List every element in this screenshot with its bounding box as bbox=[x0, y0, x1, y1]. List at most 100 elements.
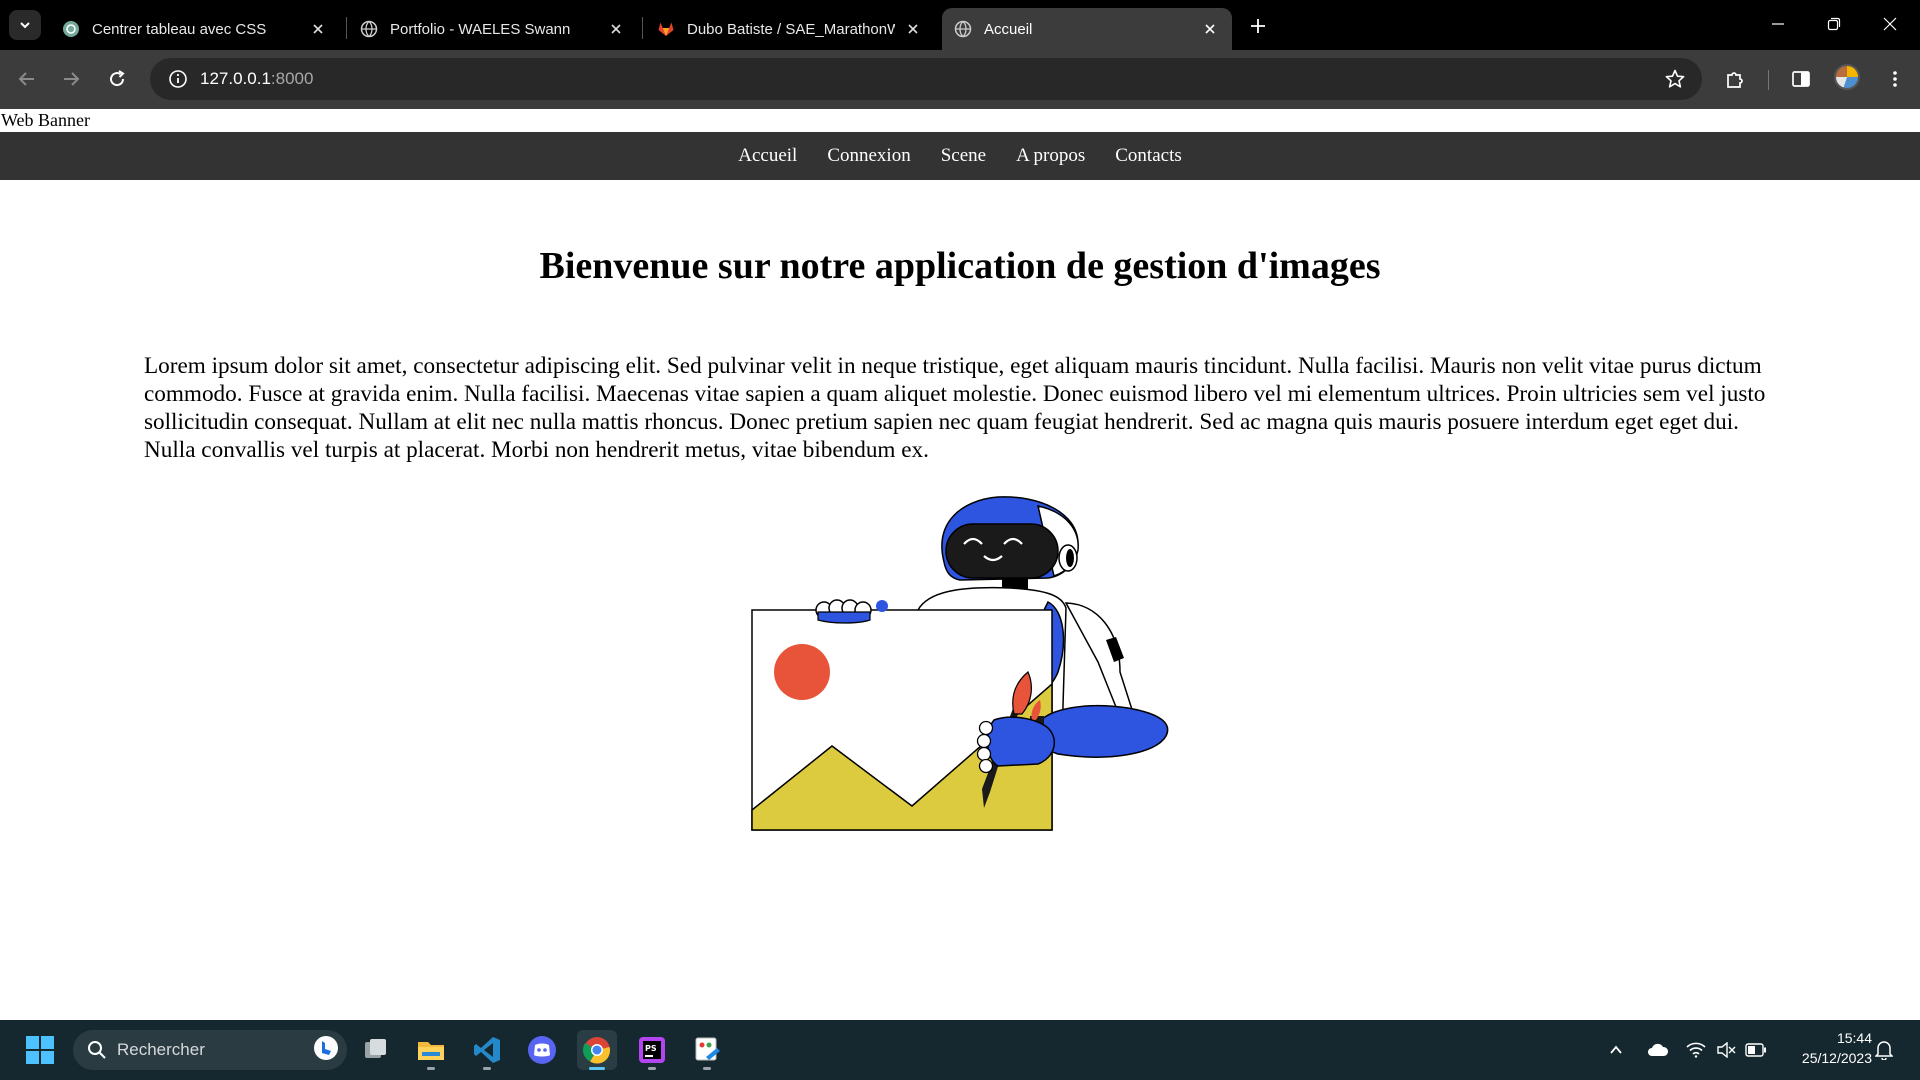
side-panel-button[interactable] bbox=[1786, 64, 1816, 94]
tab-separator bbox=[346, 17, 347, 39]
tab-separator bbox=[642, 17, 643, 39]
taskbar-app-discord[interactable] bbox=[522, 1030, 562, 1070]
clock-time: 15:44 bbox=[1836, 1030, 1872, 1046]
svg-text:PS: PS bbox=[645, 1044, 657, 1053]
onedrive-tray[interactable] bbox=[1646, 1038, 1670, 1062]
new-tab-button[interactable] bbox=[1244, 12, 1272, 40]
arrow-right-icon bbox=[64, 72, 80, 86]
close-icon[interactable] bbox=[1200, 19, 1220, 39]
close-icon bbox=[1883, 17, 1897, 31]
chatgpt-icon bbox=[62, 20, 80, 38]
volume-muted-icon bbox=[1717, 1042, 1736, 1058]
running-indicator bbox=[703, 1067, 711, 1070]
close-icon[interactable] bbox=[308, 19, 328, 39]
web-banner: Web Banner bbox=[1, 110, 91, 130]
taskbar-app-chrome[interactable] bbox=[577, 1030, 617, 1070]
reload-icon bbox=[110, 70, 125, 87]
clock-date: 25/12/2023 bbox=[1801, 1050, 1872, 1066]
close-icon[interactable] bbox=[903, 19, 923, 39]
restore-button[interactable] bbox=[1806, 8, 1862, 40]
web-page: Web Banner Accueil Connexion Scene A pro… bbox=[0, 109, 1920, 1020]
running-indicator bbox=[483, 1067, 491, 1070]
forward-button[interactable] bbox=[56, 64, 86, 94]
tab-1[interactable]: Centrer tableau avec CSS bbox=[50, 8, 340, 50]
show-hidden-icons-button[interactable] bbox=[1604, 1038, 1628, 1062]
network-tray[interactable] bbox=[1684, 1038, 1708, 1062]
file-explorer-icon bbox=[418, 1042, 444, 1060]
tab-search-button[interactable] bbox=[9, 10, 41, 40]
close-icon[interactable] bbox=[606, 19, 626, 39]
battery-tray[interactable] bbox=[1744, 1038, 1768, 1062]
close-window-button[interactable] bbox=[1862, 8, 1918, 40]
gitlab-icon bbox=[657, 20, 675, 38]
task-view-button[interactable] bbox=[356, 1030, 396, 1070]
taskbar-app-paint[interactable] bbox=[687, 1030, 727, 1070]
chevron-down-icon bbox=[20, 22, 30, 29]
volume-tray[interactable] bbox=[1714, 1038, 1738, 1062]
vscode-icon bbox=[474, 1037, 500, 1063]
battery-icon bbox=[1745, 1043, 1766, 1057]
extensions-button[interactable] bbox=[1720, 64, 1750, 94]
menu-button[interactable] bbox=[1880, 64, 1910, 94]
start-button[interactable] bbox=[20, 1030, 60, 1070]
intro-paragraph: Lorem ipsum dolor sit amet, consectetur … bbox=[144, 353, 1766, 463]
taskbar-app-file-explorer[interactable] bbox=[411, 1030, 451, 1070]
phpstorm-icon: PS bbox=[639, 1037, 665, 1063]
tab-active[interactable]: Accueil bbox=[942, 8, 1232, 50]
site-info-icon[interactable] bbox=[156, 58, 200, 100]
toolbar-divider bbox=[1768, 70, 1769, 90]
url-host: 127.0.0.1 bbox=[200, 69, 271, 88]
chrome-icon bbox=[582, 1037, 610, 1064]
robot-painter-illustration bbox=[751, 496, 1169, 831]
bing-icon[interactable] bbox=[313, 1035, 339, 1066]
more-vert-icon bbox=[1893, 71, 1897, 87]
minimize-button[interactable] bbox=[1750, 8, 1806, 40]
robot-head bbox=[941, 496, 1079, 590]
nav-bar: Accueil Connexion Scene A propos Contact… bbox=[0, 132, 1920, 180]
discord-icon bbox=[528, 1036, 556, 1064]
page-title: Bienvenue sur notre application de gesti… bbox=[539, 245, 1381, 287]
tab-title: Dubo Batiste / SAE_MarathonW bbox=[687, 20, 895, 38]
tab-strip: Centrer tableau avec CSS Portfolio - WAE… bbox=[0, 0, 1920, 50]
tab-title: Portfolio - WAELES Swann bbox=[390, 20, 571, 38]
notifications-button[interactable] bbox=[1872, 1038, 1896, 1062]
nav-link-accueil[interactable]: Accueil bbox=[738, 145, 797, 167]
puzzle-icon bbox=[1727, 72, 1743, 88]
running-indicator bbox=[648, 1067, 656, 1070]
running-indicator bbox=[589, 1067, 605, 1070]
address-bar[interactable]: 127.0.0.1:8000 bbox=[150, 58, 1702, 100]
running-indicator bbox=[427, 1067, 435, 1070]
search-icon bbox=[88, 1041, 106, 1059]
plus-icon bbox=[1251, 19, 1265, 33]
url-port: :8000 bbox=[270, 69, 314, 88]
globe-icon bbox=[954, 20, 972, 38]
browser-toolbar: 127.0.0.1:8000 bbox=[0, 50, 1920, 109]
tab-title: Centrer tableau avec CSS bbox=[92, 20, 267, 38]
reload-button[interactable] bbox=[102, 64, 132, 94]
minimize-icon bbox=[1772, 23, 1784, 25]
tab-title: Accueil bbox=[984, 20, 1033, 38]
windows-taskbar: Rechercher PS 15:44 25/12/2023 bbox=[0, 1020, 1920, 1080]
profile-avatar[interactable] bbox=[1834, 64, 1860, 90]
system-clock[interactable]: 15:44 25/12/2023 bbox=[1776, 1028, 1872, 1068]
taskbar-app-phpstorm[interactable]: PS bbox=[632, 1030, 672, 1070]
bell-icon bbox=[1875, 1041, 1893, 1060]
side-panel-icon bbox=[1792, 71, 1810, 87]
tab-3[interactable]: Dubo Batiste / SAE_MarathonW bbox=[645, 8, 935, 50]
restore-icon bbox=[1827, 17, 1841, 31]
url-text[interactable]: 127.0.0.1:8000 bbox=[200, 69, 313, 89]
nav-link-contacts[interactable]: Contacts bbox=[1115, 145, 1182, 167]
windows-logo-icon bbox=[26, 1036, 54, 1064]
nav-link-scene[interactable]: Scene bbox=[941, 145, 986, 167]
paint-icon bbox=[695, 1037, 720, 1061]
taskbar-app-vscode[interactable] bbox=[467, 1030, 507, 1070]
search-placeholder: Rechercher bbox=[117, 1040, 205, 1059]
taskbar-search[interactable]: Rechercher bbox=[73, 1030, 347, 1070]
nav-link-connexion[interactable]: Connexion bbox=[827, 145, 910, 167]
chevron-up-icon bbox=[1610, 1045, 1622, 1054]
bookmark-star-icon[interactable] bbox=[1662, 66, 1688, 92]
tab-2[interactable]: Portfolio - WAELES Swann bbox=[348, 8, 638, 50]
globe-icon bbox=[360, 20, 378, 38]
nav-link-a-propos[interactable]: A propos bbox=[1016, 145, 1085, 167]
back-button[interactable] bbox=[12, 64, 42, 94]
